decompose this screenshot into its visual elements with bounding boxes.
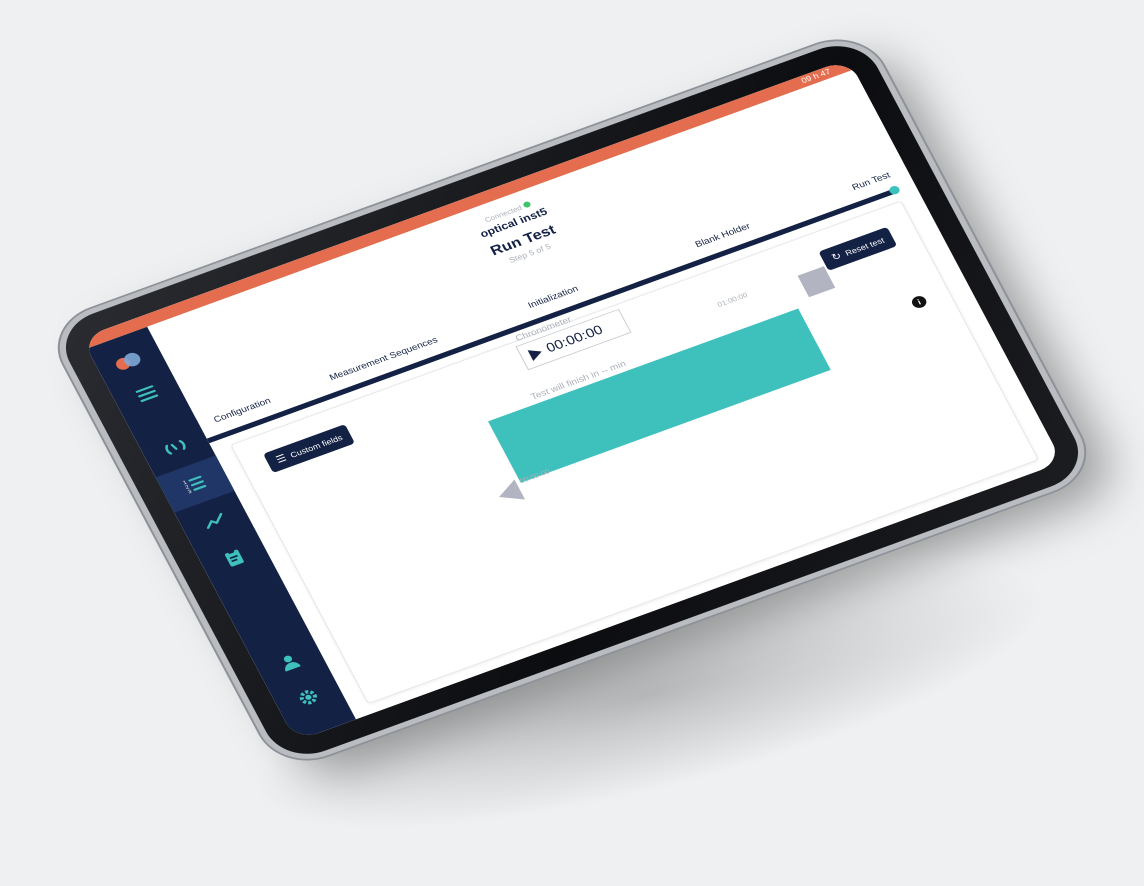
numbered-list-icon: 123 xyxy=(182,475,207,495)
menu-icon xyxy=(135,385,159,403)
user-icon xyxy=(283,655,301,672)
gauge-icon xyxy=(165,440,186,455)
gear-icon xyxy=(299,690,318,705)
trend-line-icon xyxy=(206,512,223,529)
connected-indicator xyxy=(522,200,532,209)
custom-fields-button[interactable]: ☰ Custom fields xyxy=(263,423,356,474)
info-icon[interactable]: i xyxy=(909,294,929,310)
stop-icon[interactable] xyxy=(797,266,836,298)
edit-list-icon: ☰ xyxy=(274,452,289,466)
app-logo xyxy=(113,350,146,372)
refresh-icon: ↻ xyxy=(829,250,844,264)
reset-test-button[interactable]: ↻ Reset test xyxy=(818,226,898,271)
svg-text:3: 3 xyxy=(187,489,193,495)
timeline-end-time: 01:00:00 xyxy=(716,291,749,309)
clipboard-icon xyxy=(224,549,244,567)
play-icon[interactable] xyxy=(527,345,545,361)
